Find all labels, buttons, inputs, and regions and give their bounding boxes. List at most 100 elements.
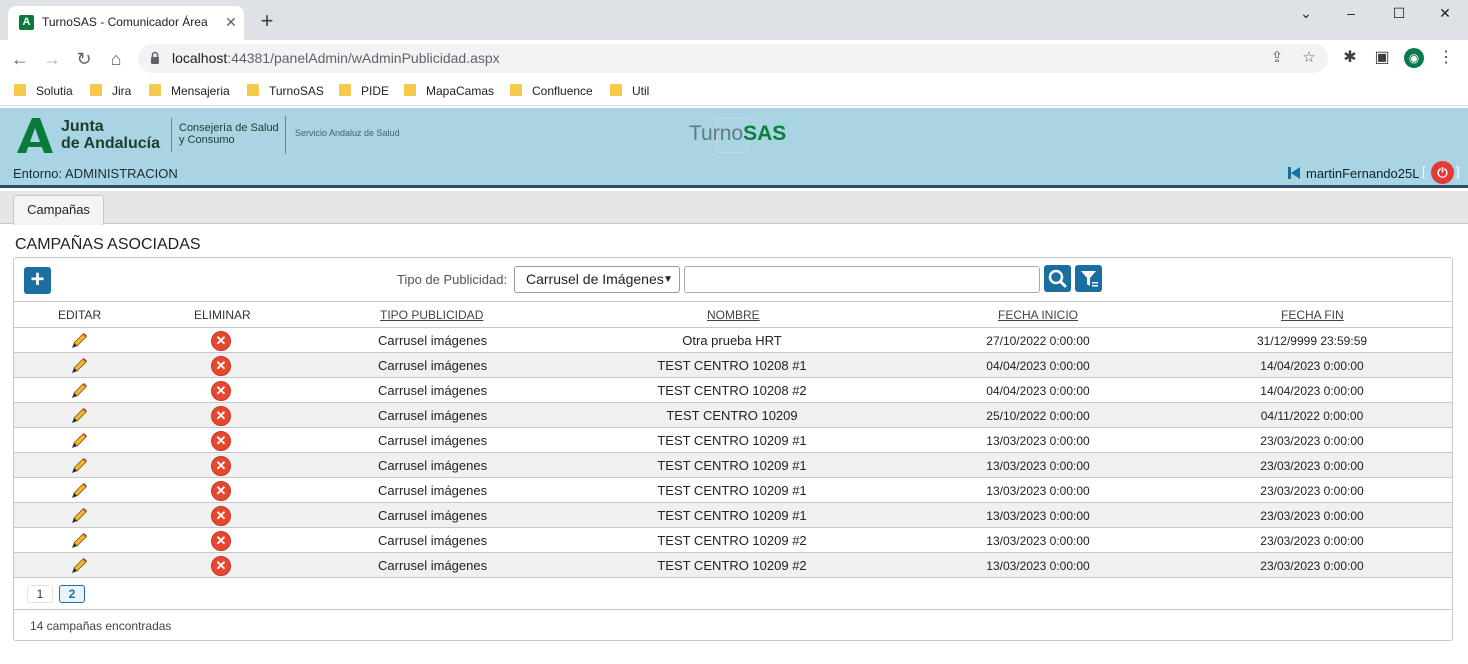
bookmarks-bar: Solutia Jira Mensajeria TurnoSAS PIDE Ma… [0,76,1468,106]
junta-andalucia-logo-icon [17,118,53,153]
user-back-icon[interactable] [1288,167,1300,179]
cell-fecha-inicio: 13/03/2023 0:00:00 [986,434,1090,448]
col-nombre[interactable]: NOMBRE [707,308,760,322]
cell-tipo: Carrusel imágenes [378,558,488,573]
bookmark-mensajeria[interactable]: Mensajeria [149,82,230,100]
table-row: ✕ Carrusel imágenes TEST CENTRO 10209 #2 13… [14,528,1452,553]
cell-tipo: Carrusel imágenes [378,533,488,548]
bookmark-mapacamas[interactable]: MapaCamas [404,82,494,100]
cell-tipo: Carrusel imágenes [378,333,488,348]
add-campaign-button[interactable]: + [24,267,51,294]
delete-icon[interactable]: ✕ [211,331,231,351]
back-icon[interactable]: ← [9,48,31,70]
new-tab-icon[interactable]: + [256,10,278,32]
pagination: 1 2 [14,578,1452,610]
delete-icon[interactable]: ✕ [211,456,231,476]
maximize-icon[interactable]: ☐ [1384,4,1414,22]
side-panel-icon[interactable]: ▣ [1372,48,1392,68]
username: martinFernando25L [1306,166,1420,181]
cell-fecha-inicio: 13/03/2023 0:00:00 [986,534,1090,548]
app-tabs: Campañas [0,191,1468,225]
search-button[interactable] [1044,265,1071,292]
tab-favicon-icon: A [19,15,34,30]
cell-tipo: Carrusel imágenes [378,383,488,398]
header-divider [171,118,172,152]
cell-fecha-fin: 23/03/2023 0:00:00 [1260,509,1364,523]
pencil-icon [72,333,87,348]
browser-tab[interactable]: A TurnoSAS - Comunicador Área ✕ [8,6,244,40]
cell-nombre: TEST CENTRO 10208 #1 [657,358,807,373]
page-2-button[interactable]: 2 [59,585,85,603]
chevron-down-icon: ▼ [663,274,673,285]
search-input[interactable] [684,266,1040,293]
cell-fecha-fin: 14/04/2023 0:00:00 [1260,359,1364,373]
cell-fecha-fin: 14/04/2023 0:00:00 [1260,384,1364,398]
col-tipo-publicidad[interactable]: TIPO PUBLICIDAD [380,308,483,322]
minimize-icon[interactable]: – [1336,4,1366,22]
tab-close-icon[interactable]: ✕ [222,13,240,31]
cell-fecha-fin: 23/03/2023 0:00:00 [1260,434,1364,448]
share-icon[interactable]: ⇪ [1268,49,1286,67]
folder-icon [247,84,259,96]
delete-icon[interactable]: ✕ [211,481,231,501]
cell-tipo: Carrusel imágenes [378,408,488,423]
folder-icon [339,84,351,96]
filter-label: Tipo de Publicidad: [397,272,508,287]
menu-kebab-icon[interactable]: ⋮ [1436,48,1456,68]
delete-icon[interactable]: ✕ [211,431,231,451]
pencil-icon [72,383,87,398]
cell-fecha-fin: 31/12/9999 23:59:59 [1256,334,1368,348]
cell-tipo: Carrusel imágenes [378,358,488,373]
cell-nombre: TEST CENTRO 10209 [666,408,798,423]
cell-tipo: Carrusel imágenes [378,458,488,473]
cell-fecha-inicio: 13/03/2023 0:00:00 [986,509,1090,523]
bracket-close: ] [1456,164,1460,179]
tab-campanas[interactable]: Campañas [13,195,104,225]
col-fecha-fin[interactable]: FECHA FIN [1281,308,1344,322]
cell-fecha-fin: 23/03/2023 0:00:00 [1260,559,1364,573]
search-icon [1048,269,1067,288]
page-1-button[interactable]: 1 [27,585,53,603]
url-field[interactable]: localhost:44381/panelAdmin/wAdminPublici… [138,44,1328,73]
bookmark-confluence[interactable]: Confluence [510,82,593,100]
delete-icon[interactable]: ✕ [211,556,231,576]
profile-avatar[interactable]: ◉ [1404,48,1424,68]
cell-fecha-fin: 23/03/2023 0:00:00 [1260,459,1364,473]
filter-button[interactable] [1075,265,1102,292]
power-icon[interactable]: ⏻ [1431,161,1454,184]
table-row: ✕ Carrusel imágenes Otra prueba HRT 27/10/2… [14,328,1452,353]
page-title: CAMPAÑAS ASOCIADAS [15,236,201,253]
campaigns-panel: + Tipo de Publicidad: Carrusel de Imágen… [13,257,1453,641]
table-header: EDITAR ELIMINAR TIPO PUBLICIDAD NOMBRE F… [14,302,1452,328]
reload-icon[interactable]: ↻ [73,48,95,70]
extensions-icon[interactable]: ✱ [1340,48,1360,68]
bookmark-solutia[interactable]: Solutia [14,82,73,100]
col-fecha-inicio[interactable]: FECHA INICIO [998,308,1078,322]
delete-icon[interactable]: ✕ [211,356,231,376]
bookmark-turnosas[interactable]: TurnoSAS [247,82,324,100]
col-editar: EDITAR [58,308,102,322]
delete-icon[interactable]: ✕ [211,531,231,551]
forward-icon[interactable]: → [41,48,63,70]
advert-type-select[interactable]: Carrusel de Imágenes ▼ [514,266,680,293]
window-close-icon[interactable]: ✕ [1430,4,1460,22]
results-count: 14 campañas encontradas [30,619,172,633]
bookmark-jira[interactable]: Jira [90,82,131,100]
folder-icon [149,84,161,96]
lock-icon [151,51,159,64]
table-row: ✕ Carrusel imágenes TEST CENTRO 10209 #1 13… [14,503,1452,528]
tab-search-chevron-icon[interactable]: ⌄ [1291,4,1321,22]
bookmark-util[interactable]: Util [610,82,649,100]
home-icon[interactable]: ⌂ [105,48,127,70]
tab-title: TurnoSAS - Comunicador Área [42,15,208,29]
cell-tipo: Carrusel imágenes [378,483,488,498]
bracket-open: [ [1422,164,1426,179]
delete-icon[interactable]: ✕ [211,381,231,401]
cell-fecha-fin: 23/03/2023 0:00:00 [1260,534,1364,548]
table-row: ✕ Carrusel imágenes TEST CENTRO 10209 #1 13… [14,478,1452,503]
bookmark-pide[interactable]: PIDE [339,82,389,100]
delete-icon[interactable]: ✕ [211,506,231,526]
sas-name: Servicio Andaluz de Salud [295,128,400,138]
delete-icon[interactable]: ✕ [211,406,231,426]
bookmark-star-icon[interactable]: ☆ [1300,49,1318,67]
